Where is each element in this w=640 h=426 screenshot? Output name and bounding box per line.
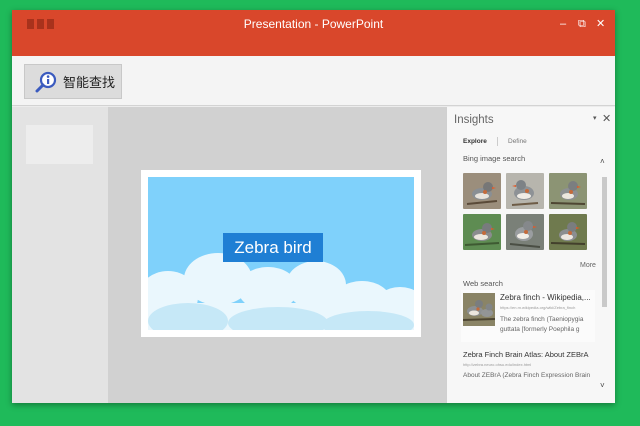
bird-image-result[interactable]	[463, 173, 501, 209]
slide[interactable]: Zebra bird	[141, 170, 421, 337]
slide-editing-area: Zebra bird	[108, 107, 446, 403]
bird-image-result[interactable]	[549, 173, 587, 209]
restore-button[interactable]: ⧉	[578, 18, 586, 30]
pane-options-icon[interactable]: ▾	[593, 114, 597, 122]
slide-thumbnail[interactable]	[26, 125, 93, 164]
web-result[interactable]: Zebra Finch Brain Atlas: About ZEBrA htt…	[461, 348, 595, 396]
web-result-url: https://en.m.wikipedia.org/wiki/Zebra_fi…	[500, 305, 576, 310]
pane-close-icon[interactable]: ✕	[602, 112, 611, 125]
slide-title-textbox[interactable]: Zebra bird	[223, 233, 323, 262]
insights-scrollbar[interactable]: ˄ ˅	[600, 157, 609, 390]
web-result-snippet: About ZEBrA (Zebra Finch Expression Brai…	[463, 372, 591, 379]
web-search-heading: Web search	[463, 279, 503, 288]
bird-image-result[interactable]	[506, 173, 544, 209]
scrollbar-thumb[interactable]	[602, 177, 607, 307]
scroll-up-icon[interactable]: ˄	[600, 157, 605, 166]
smart-lookup-label: 智能查找	[63, 76, 116, 91]
search-info-icon	[35, 71, 57, 92]
bird-image-result[interactable]	[549, 214, 587, 250]
web-result-title[interactable]: Zebra finch - Wikipedia,...	[500, 293, 591, 302]
bird-image-result[interactable]	[463, 214, 501, 250]
scroll-down-icon[interactable]: ˅	[600, 381, 605, 390]
powerpoint-window: Presentation - PowerPoint – ⧉ ✕ 智能查找 Zeb…	[12, 10, 615, 403]
insights-pane: Insights ▾ ✕ Explore Define Bing image s…	[446, 107, 615, 403]
slide-thumbnails-pane	[12, 107, 108, 403]
ribbon: 智能查找	[12, 56, 615, 106]
bing-image-search-heading: Bing image search	[463, 154, 526, 163]
more-images-link[interactable]: More	[580, 262, 596, 269]
bird-image-result[interactable]	[506, 214, 544, 250]
web-result-title[interactable]: Zebra Finch Brain Atlas: About ZEBrA	[463, 350, 588, 359]
web-result-url: http://zebra.neuro.ohsu.edu/index.html	[463, 362, 532, 367]
tab-define[interactable]: Define	[508, 138, 527, 145]
window-title: Presentation - PowerPoint	[243, 17, 384, 31]
tab-divider	[497, 137, 498, 146]
minimize-button[interactable]: –	[560, 18, 566, 30]
insights-title: Insights	[454, 114, 494, 126]
smart-lookup-button[interactable]: 智能查找	[24, 64, 122, 99]
image-results-grid	[463, 173, 587, 250]
tab-explore[interactable]: Explore	[463, 138, 487, 145]
close-button[interactable]: ✕	[596, 18, 605, 30]
title-bar: Presentation - PowerPoint – ⧉ ✕	[12, 10, 615, 56]
web-result-thumbnail	[463, 293, 495, 326]
web-result-snippet: The zebra finch (Taeniopygia guttata [fo…	[500, 316, 584, 333]
web-result[interactable]: Zebra finch - Wikipedia,... https://en.m…	[461, 290, 595, 342]
